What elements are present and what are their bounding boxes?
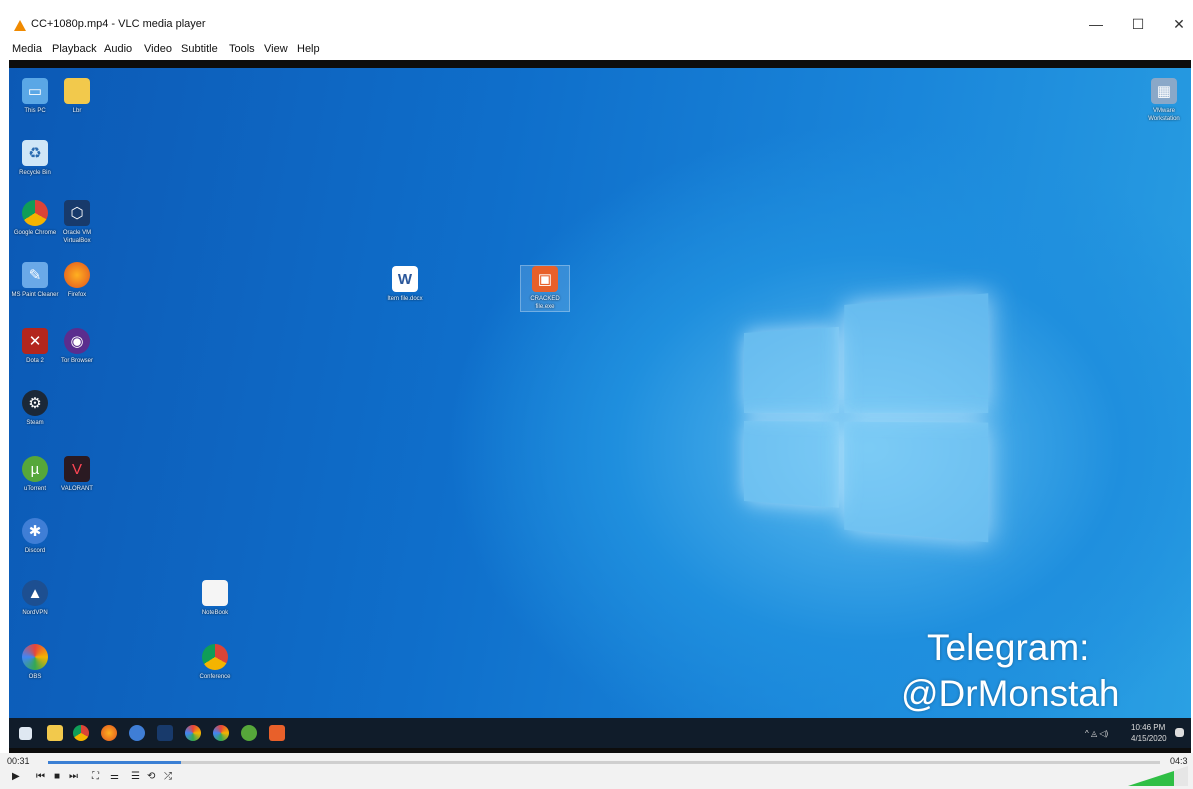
app-icon bbox=[129, 725, 145, 741]
obs-icon bbox=[213, 725, 229, 741]
firefox-icon bbox=[101, 725, 117, 741]
start-icon bbox=[19, 727, 32, 740]
menu-tools[interactable]: Tools bbox=[229, 43, 255, 55]
previous-icon[interactable]: ⏮ bbox=[36, 771, 45, 782]
watermark-handle: @DrMonstah bbox=[901, 673, 1120, 714]
steam-icon: ⚙ bbox=[22, 390, 48, 416]
desktop-icon-discord[interactable]: ✱ Discord bbox=[11, 518, 59, 555]
video-area[interactable]: ▭ This PC Lbr ♻ Recycle Bin Google Chrom… bbox=[9, 60, 1191, 753]
desktop-icon-conference[interactable]: Conference bbox=[191, 644, 239, 681]
desktop-icon-virtualbox[interactable]: ⬡ Oracle VM VirtualBox bbox=[53, 200, 101, 245]
fullscreen-icon[interactable]: ⛶ bbox=[92, 771, 99, 782]
vmware-icon: ▦ bbox=[1151, 78, 1177, 104]
next-icon[interactable]: ⏭ bbox=[69, 771, 78, 782]
minimize-button[interactable]: — bbox=[1085, 16, 1107, 32]
windows-taskbar: ^ ◬ ◁) 10:46 PM 4/15/2020 bbox=[9, 718, 1191, 748]
computer-icon: ▭ bbox=[22, 78, 48, 104]
seek-progress bbox=[48, 761, 182, 764]
desktop-icon-vmware[interactable]: ▦ VMware Workstation bbox=[1140, 78, 1188, 123]
desktop-icon-obs[interactable]: OBS bbox=[11, 644, 59, 681]
valorant-icon: V bbox=[64, 456, 90, 482]
window-title: CC+1080p.mp4 - VLC media player bbox=[31, 18, 206, 30]
desktop-icon-firefox[interactable]: Firefox bbox=[53, 262, 101, 299]
discord-icon: ✱ bbox=[22, 518, 48, 544]
menu-audio[interactable]: Audio bbox=[104, 43, 132, 55]
windows-logo bbox=[744, 293, 990, 543]
cleaner-icon: ✎ bbox=[22, 262, 48, 288]
package-icon: ▣ bbox=[532, 266, 558, 292]
elapsed-time: 00:31 bbox=[7, 756, 30, 766]
menu-help[interactable]: Help bbox=[297, 43, 320, 55]
tor-icon: ◉ bbox=[64, 328, 90, 354]
vlc-cone-icon bbox=[14, 20, 26, 31]
desktop-wallpaper: ▭ This PC Lbr ♻ Recycle Bin Google Chrom… bbox=[9, 68, 1191, 725]
volume-slider[interactable] bbox=[1128, 766, 1188, 786]
desktop-icon-utorrent[interactable]: µ uTorrent bbox=[11, 456, 59, 493]
tray-icons: ^ ◬ ◁) bbox=[1085, 729, 1109, 738]
obs-icon bbox=[185, 725, 201, 741]
desktop-icon-word-doc[interactable]: W Item file.docx bbox=[381, 266, 429, 303]
tray-time: 10:46 PM bbox=[1131, 723, 1166, 732]
file-explorer-icon bbox=[47, 725, 63, 741]
desktop-icon-nordvpn[interactable]: ▲ NordVPN bbox=[11, 580, 59, 617]
play-icon[interactable]: ▶ bbox=[12, 771, 20, 782]
recycle-bin-icon: ♻ bbox=[22, 140, 48, 166]
shuffle-icon[interactable]: ⤮ bbox=[164, 771, 172, 782]
tray-date: 4/15/2020 bbox=[1131, 734, 1167, 743]
file-icon bbox=[202, 580, 228, 606]
desktop-icon-cracked-exe[interactable]: ▣ CRACKED file.exe bbox=[520, 265, 570, 312]
seek-bar[interactable] bbox=[48, 761, 1160, 764]
dota-icon: ✕ bbox=[22, 328, 48, 354]
chrome-icon bbox=[202, 644, 228, 670]
virtualbox-icon: ⬡ bbox=[64, 200, 90, 226]
chrome-icon bbox=[73, 725, 89, 741]
maximize-button[interactable]: ☐ bbox=[1127, 16, 1149, 33]
desktop-icon-chrome[interactable]: Google Chrome bbox=[11, 200, 59, 237]
chrome-icon bbox=[22, 200, 48, 226]
total-time: 04:3 bbox=[1170, 756, 1188, 766]
extended-settings-icon[interactable]: ⚌ bbox=[110, 771, 119, 782]
utorrent-icon: µ bbox=[22, 456, 48, 482]
firefox-icon bbox=[64, 262, 90, 288]
watermark-telegram: Telegram: bbox=[927, 627, 1090, 668]
menu-bar: Media Playback Audio Video Subtitle Tool… bbox=[0, 40, 1193, 58]
utorrent-icon bbox=[241, 725, 257, 741]
notification-icon bbox=[1175, 728, 1184, 737]
desktop-icon-notebook[interactable]: NoteBook bbox=[191, 580, 239, 617]
playlist-icon[interactable]: ☰ bbox=[131, 771, 140, 782]
obs-icon bbox=[22, 644, 48, 670]
menu-video[interactable]: Video bbox=[144, 43, 172, 55]
menu-subtitle[interactable]: Subtitle bbox=[181, 43, 218, 55]
desktop-icon-recycle-bin[interactable]: ♻ Recycle Bin bbox=[11, 140, 59, 177]
menu-view[interactable]: View bbox=[264, 43, 288, 55]
word-document-icon: W bbox=[392, 266, 418, 292]
desktop-icon-dota[interactable]: ✕ Dota 2 bbox=[11, 328, 59, 365]
desktop-icon-this-pc[interactable]: ▭ This PC bbox=[11, 78, 59, 115]
vlc-controls: 00:31 04:3 ▶ ⏮ ■ ⏭ ⛶ ⚌ ☰ ⟲ ⤮ bbox=[0, 753, 1193, 789]
close-button[interactable]: ✕ bbox=[1168, 16, 1190, 33]
desktop-icon-cleaner[interactable]: ✎ MS Paint Cleaner bbox=[11, 262, 59, 299]
menu-playback[interactable]: Playback bbox=[52, 43, 97, 55]
desktop-icon-valorant[interactable]: V VALORANT bbox=[53, 456, 101, 493]
desktop-icon-tor[interactable]: ◉ Tor Browser bbox=[53, 328, 101, 365]
loop-icon[interactable]: ⟲ bbox=[147, 771, 155, 782]
app-icon bbox=[269, 725, 285, 741]
title-bar: CC+1080p.mp4 - VLC media player — ☐ ✕ bbox=[0, 0, 1193, 40]
menu-media[interactable]: Media bbox=[12, 43, 42, 55]
folder-icon bbox=[64, 78, 90, 104]
virtualbox-icon bbox=[157, 725, 173, 741]
stop-icon[interactable]: ■ bbox=[54, 771, 60, 782]
nordvpn-icon: ▲ bbox=[22, 580, 48, 606]
desktop-icon-steam[interactable]: ⚙ Steam bbox=[11, 390, 59, 427]
desktop-icon-folder[interactable]: Lbr bbox=[53, 78, 101, 115]
